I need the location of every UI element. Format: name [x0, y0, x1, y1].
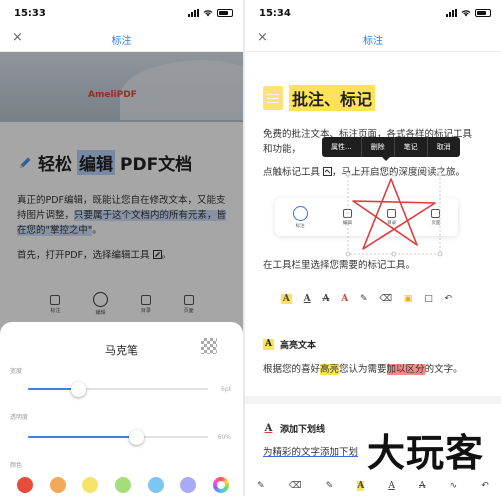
undo-icon[interactable]: ↶ — [481, 481, 489, 491]
note-tool-icon[interactable]: ▣ — [404, 294, 413, 304]
pen-tool-icon[interactable]: ✎ — [360, 294, 368, 304]
squiggly-tool-icon[interactable]: ∿ — [450, 481, 458, 491]
text-run: 根据您的喜好 — [263, 364, 321, 375]
color-swatch[interactable] — [147, 477, 164, 493]
bottom-markup-toolbar: ✎ ⌫ ✎ A A A ∿ ↶ — [245, 476, 501, 496]
slider-thumb[interactable] — [71, 382, 87, 397]
squiggly-tool-icon[interactable]: A — [341, 294, 348, 304]
text-run: 您认为需要 — [339, 364, 387, 375]
underline-tool-icon[interactable]: A — [388, 481, 395, 491]
section-underline: A 添加下划线 — [263, 422, 325, 435]
section-title: 添加下划线 — [280, 425, 326, 435]
section-divider — [245, 396, 501, 404]
text-run: 的文字。 — [424, 364, 463, 375]
nav-bar: × 标注 — [245, 26, 501, 52]
opacity-value: 60% — [217, 434, 231, 441]
tool-annotate[interactable]: 标注 — [292, 205, 308, 229]
status-bar: 15:33 — [0, 0, 243, 26]
eraser-tool-icon[interactable]: ⌫ — [289, 481, 302, 491]
color-palette — [17, 477, 229, 493]
signal-icon — [188, 9, 199, 17]
nav-title: 标注 — [363, 36, 383, 47]
slider-fill — [28, 436, 136, 438]
rectangle-tool-icon[interactable]: □ — [424, 294, 433, 304]
color-swatch[interactable] — [114, 477, 131, 493]
ink-star-annotation[interactable] — [345, 171, 443, 257]
eraser-tool-icon[interactable]: ⌫ — [379, 294, 392, 304]
menu-item-note[interactable]: 笔记 — [395, 137, 428, 157]
color-swatch[interactable] — [82, 477, 99, 493]
screenshot-root: 15:33 × 标注 AmeliPDF 轻松 编辑 PDF文档 真正的PDF编辑… — [0, 0, 501, 496]
menu-item-delete[interactable]: 删除 — [362, 137, 395, 157]
highlight-icon: A — [263, 339, 274, 350]
status-bar: 15:34 — [245, 0, 501, 26]
wifi-icon — [461, 10, 471, 17]
transparent-swatch-icon[interactable] — [201, 338, 217, 354]
signal-icon — [446, 9, 457, 17]
tool-label: 标注 — [295, 223, 305, 229]
highlight-run-yellow: 高亮 — [320, 364, 340, 375]
section-title: 高亮文本 — [280, 341, 317, 351]
status-time: 15:33 — [14, 8, 46, 19]
section-highlight: A 高亮文本 — [263, 338, 316, 351]
annotate-icon — [292, 205, 308, 221]
status-icons — [188, 9, 233, 17]
status-time: 15:34 — [259, 8, 291, 19]
paragraph-highlight[interactable]: 根据您的喜好高亮您认为需要加以区分的文字。 — [263, 362, 475, 377]
width-value: 6pt — [221, 386, 231, 393]
slider-thumb[interactable] — [129, 430, 144, 445]
nav-bar: × 标注 — [0, 26, 243, 52]
color-label: 颜色 — [10, 462, 23, 469]
underline-tool-icon[interactable]: A — [304, 294, 311, 304]
strikeout-tool-icon[interactable]: A — [419, 481, 426, 491]
left-screen: 15:33 × 标注 AmeliPDF 轻松 编辑 PDF文档 真正的PDF编辑… — [0, 0, 243, 496]
custom-color-icon[interactable] — [212, 477, 229, 493]
context-menu: 属性... 删除 笔记 取消 — [322, 137, 460, 161]
marker-tool-icon[interactable]: ✎ — [326, 481, 334, 491]
heading-text: 批注、标记 — [289, 85, 376, 111]
battery-icon — [217, 9, 233, 17]
watermark-text: 大玩客 — [367, 431, 485, 475]
note-icon — [263, 86, 283, 110]
status-icons — [446, 9, 491, 17]
underline-icon: A — [264, 423, 273, 434]
nav-title: 标注 — [111, 36, 132, 47]
markup-tool-icon — [323, 167, 333, 176]
battery-icon — [475, 9, 491, 17]
highlight-tool-icon[interactable]: A — [280, 294, 292, 304]
color-swatch[interactable] — [49, 477, 66, 493]
color-swatch[interactable] — [17, 477, 33, 493]
document-heading[interactable]: 批注、标记 — [263, 85, 376, 111]
paragraph-choose-tool[interactable]: 在工具栏里选择您需要的标记工具。 — [263, 258, 475, 273]
menu-item-cancel[interactable]: 取消 — [428, 137, 460, 157]
wifi-icon — [203, 10, 213, 17]
marker-settings-sheet: 马克笔 — [0, 322, 243, 496]
markup-tool-row: A A A A ✎ ⌫ ▣ □ ↶ — [275, 287, 458, 311]
width-slider[interactable] — [28, 382, 208, 397]
color-swatch[interactable] — [180, 477, 197, 493]
opacity-label: 透明度 — [10, 414, 29, 421]
pen-tool-icon[interactable]: ✎ — [257, 481, 265, 491]
menu-item-properties[interactable]: 属性... — [322, 137, 362, 157]
strikeout-tool-icon[interactable]: A — [322, 294, 329, 304]
undo-icon[interactable]: ↶ — [445, 294, 453, 304]
highlight-tool-icon[interactable]: A — [357, 481, 365, 491]
para2-text: 点触标记工具 — [263, 167, 321, 178]
highlight-run-red: 加以区分 — [386, 364, 425, 375]
width-label: 宽度 — [10, 368, 23, 375]
opacity-slider[interactable] — [28, 430, 208, 445]
